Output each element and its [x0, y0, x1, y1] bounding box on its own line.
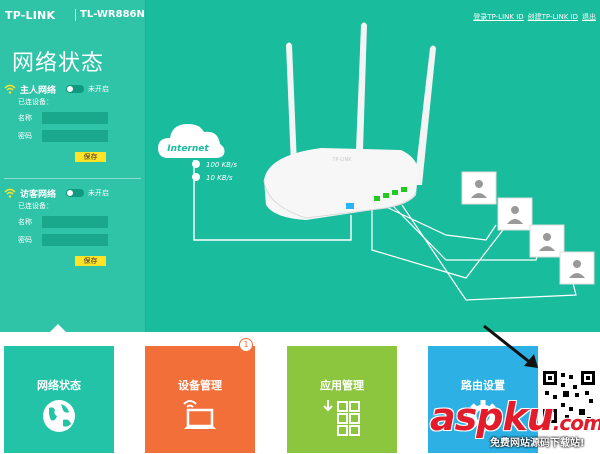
- download-icon: [192, 173, 200, 181]
- apps-grid-icon: [323, 400, 360, 436]
- main-network-section: 主人网络 未开启 已连设备： 名称 密码 保存: [4, 82, 144, 163]
- tile-device-management[interactable]: 1 设备管理: [145, 338, 255, 453]
- brand-divider: [75, 9, 76, 21]
- top-panel: TP-LINK TL-WR886N 网络状态 主人网络 未开启 已连设备： 名称: [0, 0, 600, 332]
- antenna: [414, 45, 436, 185]
- network-diagram: Internet 100 KB/s 10 KB/s TP-LINK: [158, 22, 595, 301]
- main-network-toggle[interactable]: [66, 85, 85, 93]
- main-network-title: 主人网络: [20, 85, 57, 96]
- client-device: [559, 251, 595, 285]
- guest-network-name-field[interactable]: [42, 216, 108, 228]
- client-device: [461, 171, 497, 205]
- watermark-brand: aspku: [430, 395, 554, 439]
- upload-speed: 100 KB/s: [192, 160, 237, 169]
- guest-network-connected-label: 已连设备：: [18, 202, 53, 210]
- tile-label: 网络状态: [37, 379, 81, 392]
- main-network-password-field[interactable]: [42, 130, 108, 142]
- watermark-subtitle: 免费网站源码下载站!: [490, 438, 585, 449]
- guest-network-section: 访客网络 未开启 已连设备： 名称 密码 保存: [4, 186, 144, 267]
- internet-label: Internet: [167, 144, 209, 154]
- notification-badge: 1: [239, 338, 253, 352]
- tile-app-management[interactable]: 应用管理: [287, 346, 397, 453]
- section-divider: [4, 178, 141, 179]
- active-tab-pointer: [50, 324, 66, 332]
- main-network-name-field[interactable]: [42, 112, 108, 124]
- wifi-icon: [4, 84, 16, 94]
- guest-network-password-field[interactable]: [42, 234, 108, 246]
- model-name: TL-WR886N: [80, 9, 145, 20]
- upload-speed-value: 100 KB/s: [206, 161, 237, 169]
- lan-cable: [381, 204, 497, 241]
- watermark-logo: aspku.com: [430, 395, 600, 439]
- main-network-save-button[interactable]: 保存: [75, 152, 106, 162]
- antenna: [286, 42, 297, 165]
- page-title: 网络状态: [12, 51, 105, 76]
- tile-label: 路由设置: [461, 379, 505, 392]
- upload-icon: [192, 160, 200, 168]
- tile-network-status[interactable]: 网络状态: [4, 346, 114, 453]
- download-speed: 10 KB/s: [192, 173, 233, 182]
- client-device: [529, 224, 565, 258]
- wifi-icon: [4, 188, 16, 198]
- guest-network-password-label: 密码: [18, 236, 32, 244]
- router-logo: TP-LINK: [331, 157, 352, 163]
- client-device: [497, 197, 533, 231]
- guest-network-title: 访客网络: [20, 189, 57, 200]
- tile-label: 设备管理: [178, 379, 222, 392]
- guest-network-toggle-label: 未开启: [88, 189, 110, 197]
- guest-network-name-label: 名称: [18, 218, 32, 226]
- globe-icon: [43, 400, 75, 432]
- sidebar: TP-LINK TL-WR886N 网络状态 主人网络 未开启 已连设备： 名称: [0, 0, 145, 332]
- guest-network-save-button[interactable]: 保存: [75, 256, 106, 266]
- internet-cloud-icon: Internet: [158, 124, 225, 158]
- watermark-tld: .com: [552, 411, 600, 435]
- antenna: [356, 22, 367, 150]
- main-network-password-label: 密码: [18, 132, 32, 140]
- download-speed-value: 10 KB/s: [206, 174, 233, 182]
- brand-logo: TP-LINK: [5, 9, 56, 22]
- watermark-arrow: [483, 324, 538, 368]
- tile-label: 应用管理: [320, 379, 364, 392]
- guest-network-toggle[interactable]: [66, 189, 85, 197]
- main-network-connected-label: 已连设备：: [18, 98, 53, 106]
- main-network-toggle-label: 未开启: [88, 85, 110, 93]
- laptop-wifi-icon: [183, 400, 216, 429]
- router-icon: TP-LINK: [263, 22, 436, 220]
- main-network-name-label: 名称: [18, 114, 32, 122]
